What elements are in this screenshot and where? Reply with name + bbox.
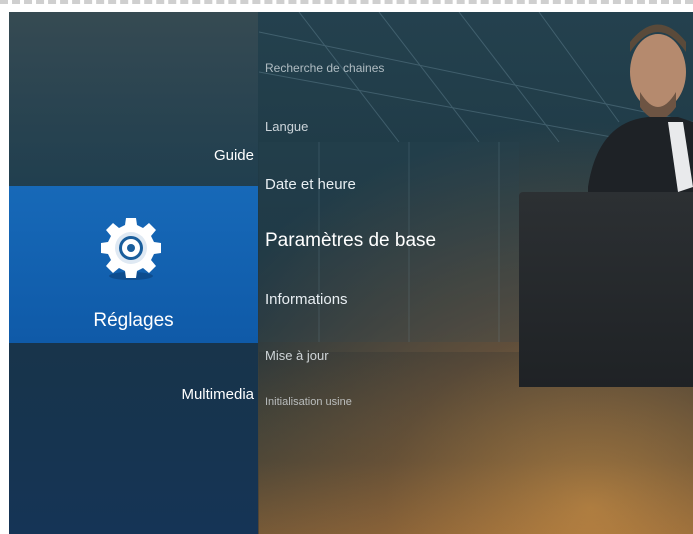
menu-item-initialisation-usine[interactable]: Initialisation usine (265, 396, 352, 408)
menu-item-date-et-heure[interactable]: Date et heure (265, 176, 356, 193)
menu-item-informations[interactable]: Informations (265, 291, 348, 308)
laptop-image (519, 192, 693, 387)
menu-item-recherche-de-chaines[interactable]: Recherche de chaines (265, 61, 384, 75)
gear-icon (97, 216, 165, 284)
tv-screen: Guide Réglages Multimedia Recherche de c… (9, 12, 693, 534)
nav-item-label: Réglages (93, 310, 174, 331)
nav-item-guide[interactable]: Guide (214, 147, 254, 164)
nav-item-reglages[interactable]: Réglages (9, 186, 258, 343)
main-nav-sidebar: Guide Réglages Multimedia (9, 12, 258, 534)
menu-item-langue[interactable]: Langue (265, 119, 308, 134)
menu-item-parametres-de-base[interactable]: Paramètres de base (265, 230, 436, 252)
nav-item-multimedia[interactable]: Multimedia (181, 386, 254, 403)
menu-item-mise-a-jour[interactable]: Mise à jour (265, 348, 329, 363)
